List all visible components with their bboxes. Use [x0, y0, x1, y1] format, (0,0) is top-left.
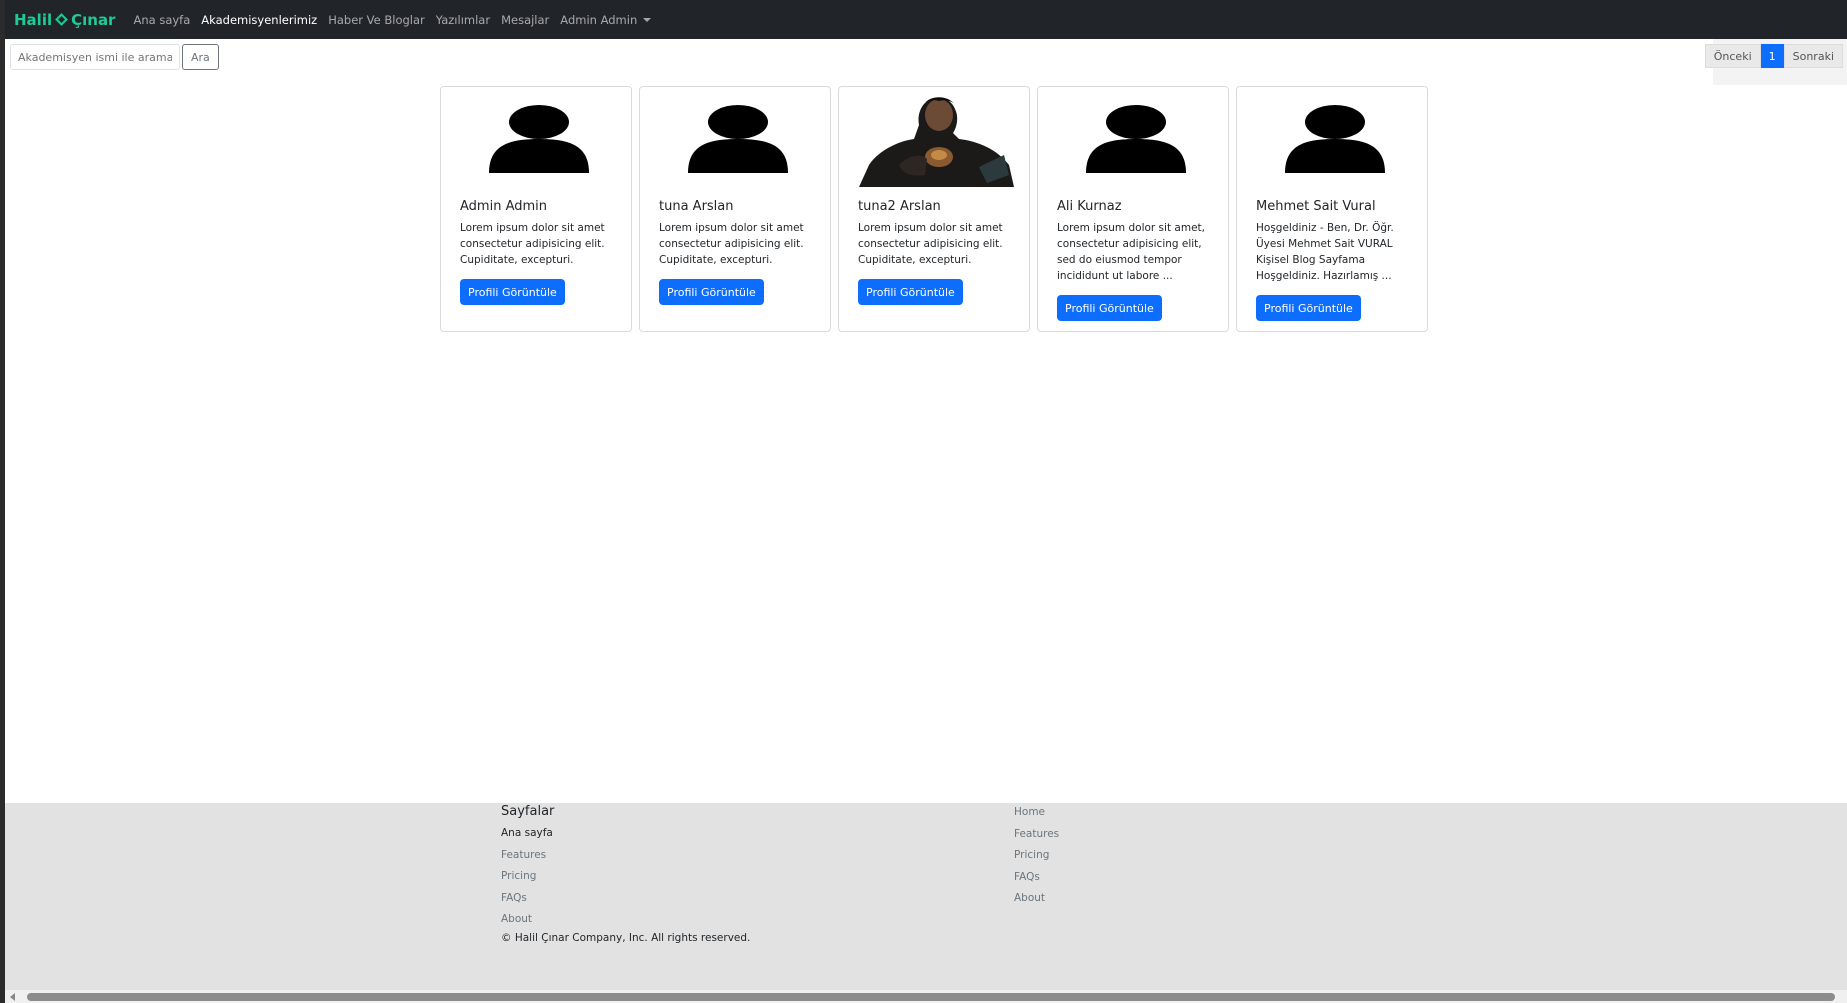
- academician-cards: Admin Admin Lorem ipsum dolor sit amet c…: [440, 86, 1428, 332]
- footer-link-ana-sayfa[interactable]: Ana sayfa: [501, 825, 553, 847]
- view-profile-button[interactable]: Profili Görüntüle: [858, 279, 963, 305]
- footer-heading: Sayfalar: [501, 804, 555, 819]
- search-input[interactable]: [10, 44, 180, 70]
- scrollbar-thumb[interactable]: [27, 993, 1835, 1001]
- caret-down-icon: [643, 18, 652, 22]
- footer-link-pricing[interactable]: Pricing: [1014, 847, 1059, 869]
- brand-right-text: Çınar: [71, 10, 116, 29]
- nav-link-akademisyenlerimiz[interactable]: Akademisyenlerimiz: [201, 13, 317, 27]
- footer-links-right: Home Features Pricing FAQs About: [1014, 804, 1059, 912]
- page: Halil Çınar Ana sayfa Akademisyenlerimiz…: [5, 0, 1847, 1003]
- card-title: tuna Arslan: [659, 199, 734, 214]
- footer-link-about[interactable]: About: [501, 911, 553, 933]
- footer-links-left: Ana sayfa Features Pricing FAQs About: [501, 825, 553, 933]
- person-icon: [1058, 95, 1213, 187]
- academician-card: tuna Arslan Lorem ipsum dolor sit amet c…: [639, 86, 831, 332]
- card-text: Lorem ipsum dolor sit amet consectetur a…: [858, 222, 1003, 266]
- navbar: Halil Çınar Ana sayfa Akademisyenlerimiz…: [5, 0, 1847, 39]
- academician-card: Mehmet Sait Vural Hoşgeldiniz - Ben, Dr.…: [1236, 86, 1428, 332]
- brand-logo[interactable]: Halil Çınar: [14, 11, 115, 29]
- academician-card: Admin Admin Lorem ipsum dolor sit amet c…: [440, 86, 632, 332]
- horizontal-scrollbar[interactable]: [5, 990, 1847, 1003]
- card-text: Hoşgeldiniz - Ben, Dr. Öğr. Üyesi Mehmet…: [1256, 222, 1394, 282]
- pagination-page-current[interactable]: 1: [1760, 44, 1784, 68]
- search-form: Ara: [10, 44, 219, 70]
- person-icon: [1257, 95, 1412, 187]
- view-profile-button[interactable]: Profili Görüntüle: [1057, 295, 1162, 321]
- academician-card: Ali Kurnaz Lorem ipsum dolor sit amet, c…: [1037, 86, 1229, 332]
- card-title: tuna2 Arslan: [858, 199, 941, 214]
- footer-link-features[interactable]: Features: [501, 847, 553, 869]
- person-icon: [461, 95, 616, 187]
- card-title: Admin Admin: [460, 199, 547, 214]
- footer: Sayfalar Ana sayfa Features Pricing FAQs…: [5, 803, 1847, 990]
- nav-link-yazilimlar[interactable]: Yazılımlar: [436, 13, 490, 27]
- view-profile-button[interactable]: Profili Görüntüle: [659, 279, 764, 305]
- academician-card: tuna2 Arslan Lorem ipsum dolor sit amet …: [838, 86, 1030, 332]
- pagination-container: Önceki 1 Sonraki: [1704, 39, 1847, 85]
- user-menu-label: Admin Admin: [560, 12, 638, 27]
- footer-link-about[interactable]: About: [1014, 890, 1059, 912]
- view-profile-button[interactable]: Profili Görüntüle: [1256, 295, 1361, 321]
- scroll-left-arrow-icon[interactable]: [10, 993, 15, 1001]
- search-button[interactable]: Ara: [182, 44, 219, 70]
- footer-link-pricing[interactable]: Pricing: [501, 868, 553, 890]
- profile-photo: [859, 95, 1014, 187]
- nav-link-ana-sayfa[interactable]: Ana sayfa: [133, 13, 190, 27]
- brand-left-text: Halil: [14, 10, 53, 29]
- card-title: Ali Kurnaz: [1057, 199, 1122, 214]
- footer-link-faqs[interactable]: FAQs: [501, 890, 553, 912]
- view-profile-button[interactable]: Profili Görüntüle: [460, 279, 565, 305]
- footer-link-features[interactable]: Features: [1014, 826, 1059, 848]
- card-title: Mehmet Sait Vural: [1256, 199, 1376, 214]
- card-text: Lorem ipsum dolor sit amet, consectetur …: [1057, 222, 1205, 282]
- nav-link-mesajlar[interactable]: Mesajlar: [501, 13, 549, 27]
- person-icon: [660, 95, 815, 187]
- pagination: Önceki 1 Sonraki: [1704, 44, 1843, 68]
- card-text: Lorem ipsum dolor sit amet consectetur a…: [460, 222, 605, 266]
- nav-link-haber-ve-bloglar[interactable]: Haber Ve Bloglar: [328, 13, 425, 27]
- footer-link-home[interactable]: Home: [1014, 804, 1059, 826]
- copyright-text: © Halil Çınar Company, Inc. All rights r…: [501, 932, 751, 944]
- brand-diamond-icon: [55, 13, 68, 26]
- pagination-next[interactable]: Sonraki: [1783, 44, 1843, 68]
- user-menu-dropdown[interactable]: Admin Admin: [560, 12, 652, 27]
- footer-link-faqs[interactable]: FAQs: [1014, 869, 1059, 891]
- card-text: Lorem ipsum dolor sit amet consectetur a…: [659, 222, 804, 266]
- pagination-prev[interactable]: Önceki: [1704, 44, 1761, 68]
